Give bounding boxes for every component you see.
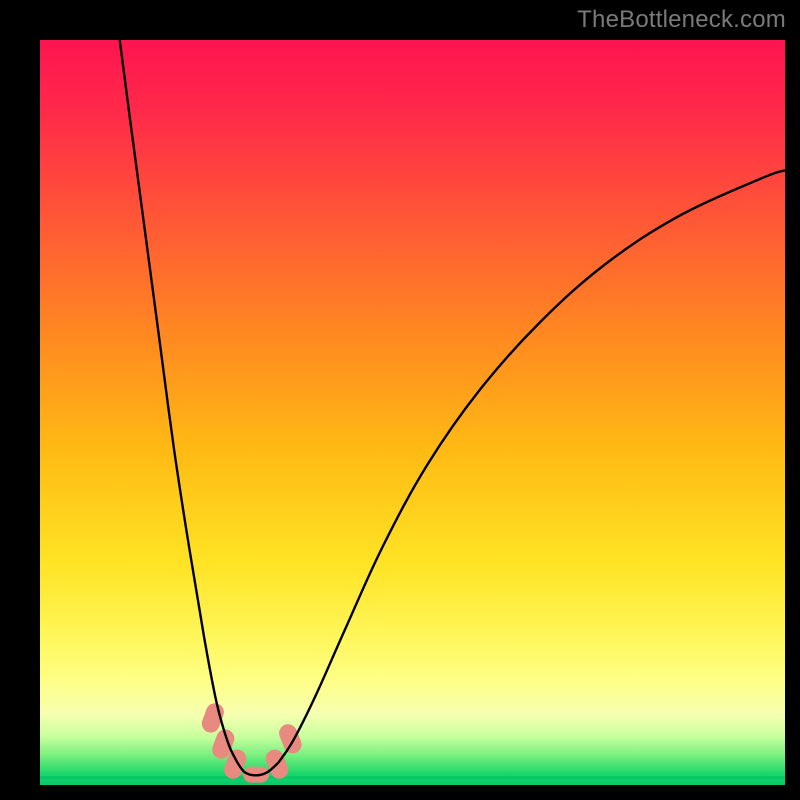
watermark-text: TheBottleneck.com	[577, 6, 786, 34]
plot-area	[40, 40, 785, 785]
chart-svg	[40, 40, 785, 785]
gradient-background	[40, 40, 785, 785]
chart-frame: TheBottleneck.com	[0, 0, 800, 800]
